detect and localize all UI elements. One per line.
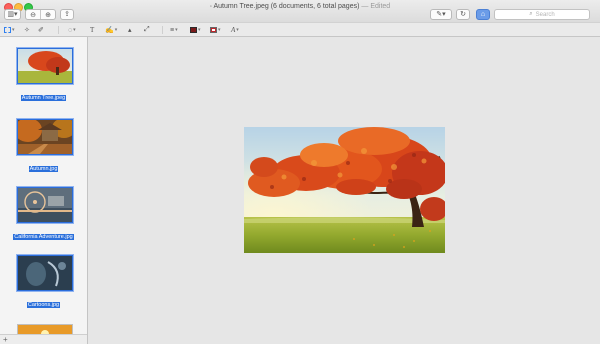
share-button[interactable]: ⇪ <box>60 9 74 20</box>
autumn-tree-thumbnail-image <box>18 49 72 83</box>
cartoons-thumbnail-image <box>18 256 72 290</box>
thumbnail-label: Cartoons.jpg <box>26 302 61 308</box>
preview-window: ▫ Autumn Tree.jpeg (6 documents, 6 total… <box>0 0 600 344</box>
markup-toolbar-button[interactable]: ⌂ <box>476 9 490 20</box>
border-color-icon <box>190 27 197 33</box>
document-icon: ▫ <box>209 4 212 10</box>
thumbnail-label: Autumn Tree.jpeg <box>20 95 67 101</box>
sidebar-footer: + <box>0 334 87 344</box>
thumbnail-california-adventure[interactable] <box>17 187 73 223</box>
pen-icon: ✎▾ <box>436 11 446 18</box>
text-tool[interactable]: T <box>90 25 94 35</box>
thumbnail-item[interactable]: Autumn.jpg <box>0 119 87 172</box>
search-placeholder: Search <box>535 11 555 18</box>
thumbnail-cartoons[interactable] <box>17 255 73 291</box>
add-icon[interactable]: + <box>3 335 8 344</box>
thumbnail-item[interactable]: Autumn Tree.jpeg <box>0 48 87 101</box>
search-icon: ⌕ <box>529 11 533 17</box>
rectangular-selection-icon <box>4 27 11 33</box>
thumbnail-sidebar[interactable]: Autumn Tree.jpeg Autumn.jpg California A… <box>0 37 88 344</box>
zoom-in-button[interactable]: ⊕ <box>41 10 55 19</box>
text-style-tool[interactable]: A ▾ <box>231 25 239 35</box>
rotate-icon: ↻ <box>460 11 466 18</box>
border-color-tool[interactable]: ▾ <box>190 25 201 35</box>
sketch-icon: ✐ <box>38 27 44 34</box>
shape-style-icon: ≡ <box>170 26 175 34</box>
adjust-size-tool[interactable]: ⤢ <box>144 25 150 35</box>
zoom-segment: ⊖ ⊕ <box>25 9 56 20</box>
title-toolbar: ▫ Autumn Tree.jpeg (6 documents, 6 total… <box>0 0 600 22</box>
fill-color-tool[interactable]: ▾ <box>210 25 221 35</box>
shapes-icon: ◌ <box>68 26 73 34</box>
share-icon: ⇪ <box>64 11 70 18</box>
toolbar-divider <box>58 26 59 34</box>
title-separator: — <box>361 3 369 10</box>
text-style-icon: A <box>231 26 236 34</box>
sidebar-toggle-button[interactable]: ▥▾ <box>4 9 21 20</box>
thumbnail-item[interactable]: California Adventure.jpg <box>0 187 87 240</box>
sign-tool[interactable]: ✍ ▾ <box>105 25 117 35</box>
window-title-text: Autumn Tree.jpeg (6 documents, 6 total p… <box>213 3 360 10</box>
rectangular-selection-tool[interactable]: ▾ <box>4 25 15 35</box>
sidebar-icon: ▥▾ <box>7 11 18 18</box>
thumbnail-label: California Adventure.jpg <box>13 234 74 240</box>
thumbnail-autumn[interactable] <box>17 119 73 155</box>
adjust-color-tool[interactable]: ▴ <box>128 25 132 35</box>
text-icon: T <box>90 26 95 34</box>
toolbox-icon: ⌂ <box>480 11 486 18</box>
thumbnail-autumn-tree[interactable] <box>17 48 73 84</box>
shape-style-tool[interactable]: ≡ ▾ <box>170 25 178 35</box>
markup-toolbar: ▾ ✧ ✐ ◌ ▾ T ✍ ▾ ▴ ⤢ ≡ ▾ ▾ ▾ A ▾ <box>0 22 600 37</box>
thumbnail-item[interactable]: Cartoons.jpg <box>0 255 87 308</box>
autumn-tree-photo <box>244 127 445 253</box>
search-field[interactable]: ⌕ Search <box>494 9 590 20</box>
toolbar-divider <box>162 26 163 34</box>
markup-pen-button[interactable]: ✎▾ <box>430 9 452 20</box>
adjust-size-icon: ⤢ <box>144 26 150 33</box>
sign-icon: ✍ <box>105 27 114 34</box>
sketch-tool[interactable]: ✐ <box>38 25 44 35</box>
rotate-button[interactable]: ↻ <box>456 9 470 20</box>
adjust-color-icon: ▴ <box>128 27 132 34</box>
document-image[interactable] <box>244 127 445 253</box>
thumbnail-label: Autumn.jpg <box>28 166 59 172</box>
california-adventure-thumbnail-image <box>18 188 72 222</box>
zoom-out-button[interactable]: ⊖ <box>26 10 41 19</box>
shapes-tool[interactable]: ◌ ▾ <box>68 25 76 35</box>
edited-label: Edited <box>370 3 391 10</box>
instant-alpha-icon: ✧ <box>24 27 30 34</box>
autumn-thumbnail-image <box>18 120 72 154</box>
instant-alpha-tool[interactable]: ✧ <box>24 25 30 35</box>
fill-color-icon <box>210 27 217 33</box>
